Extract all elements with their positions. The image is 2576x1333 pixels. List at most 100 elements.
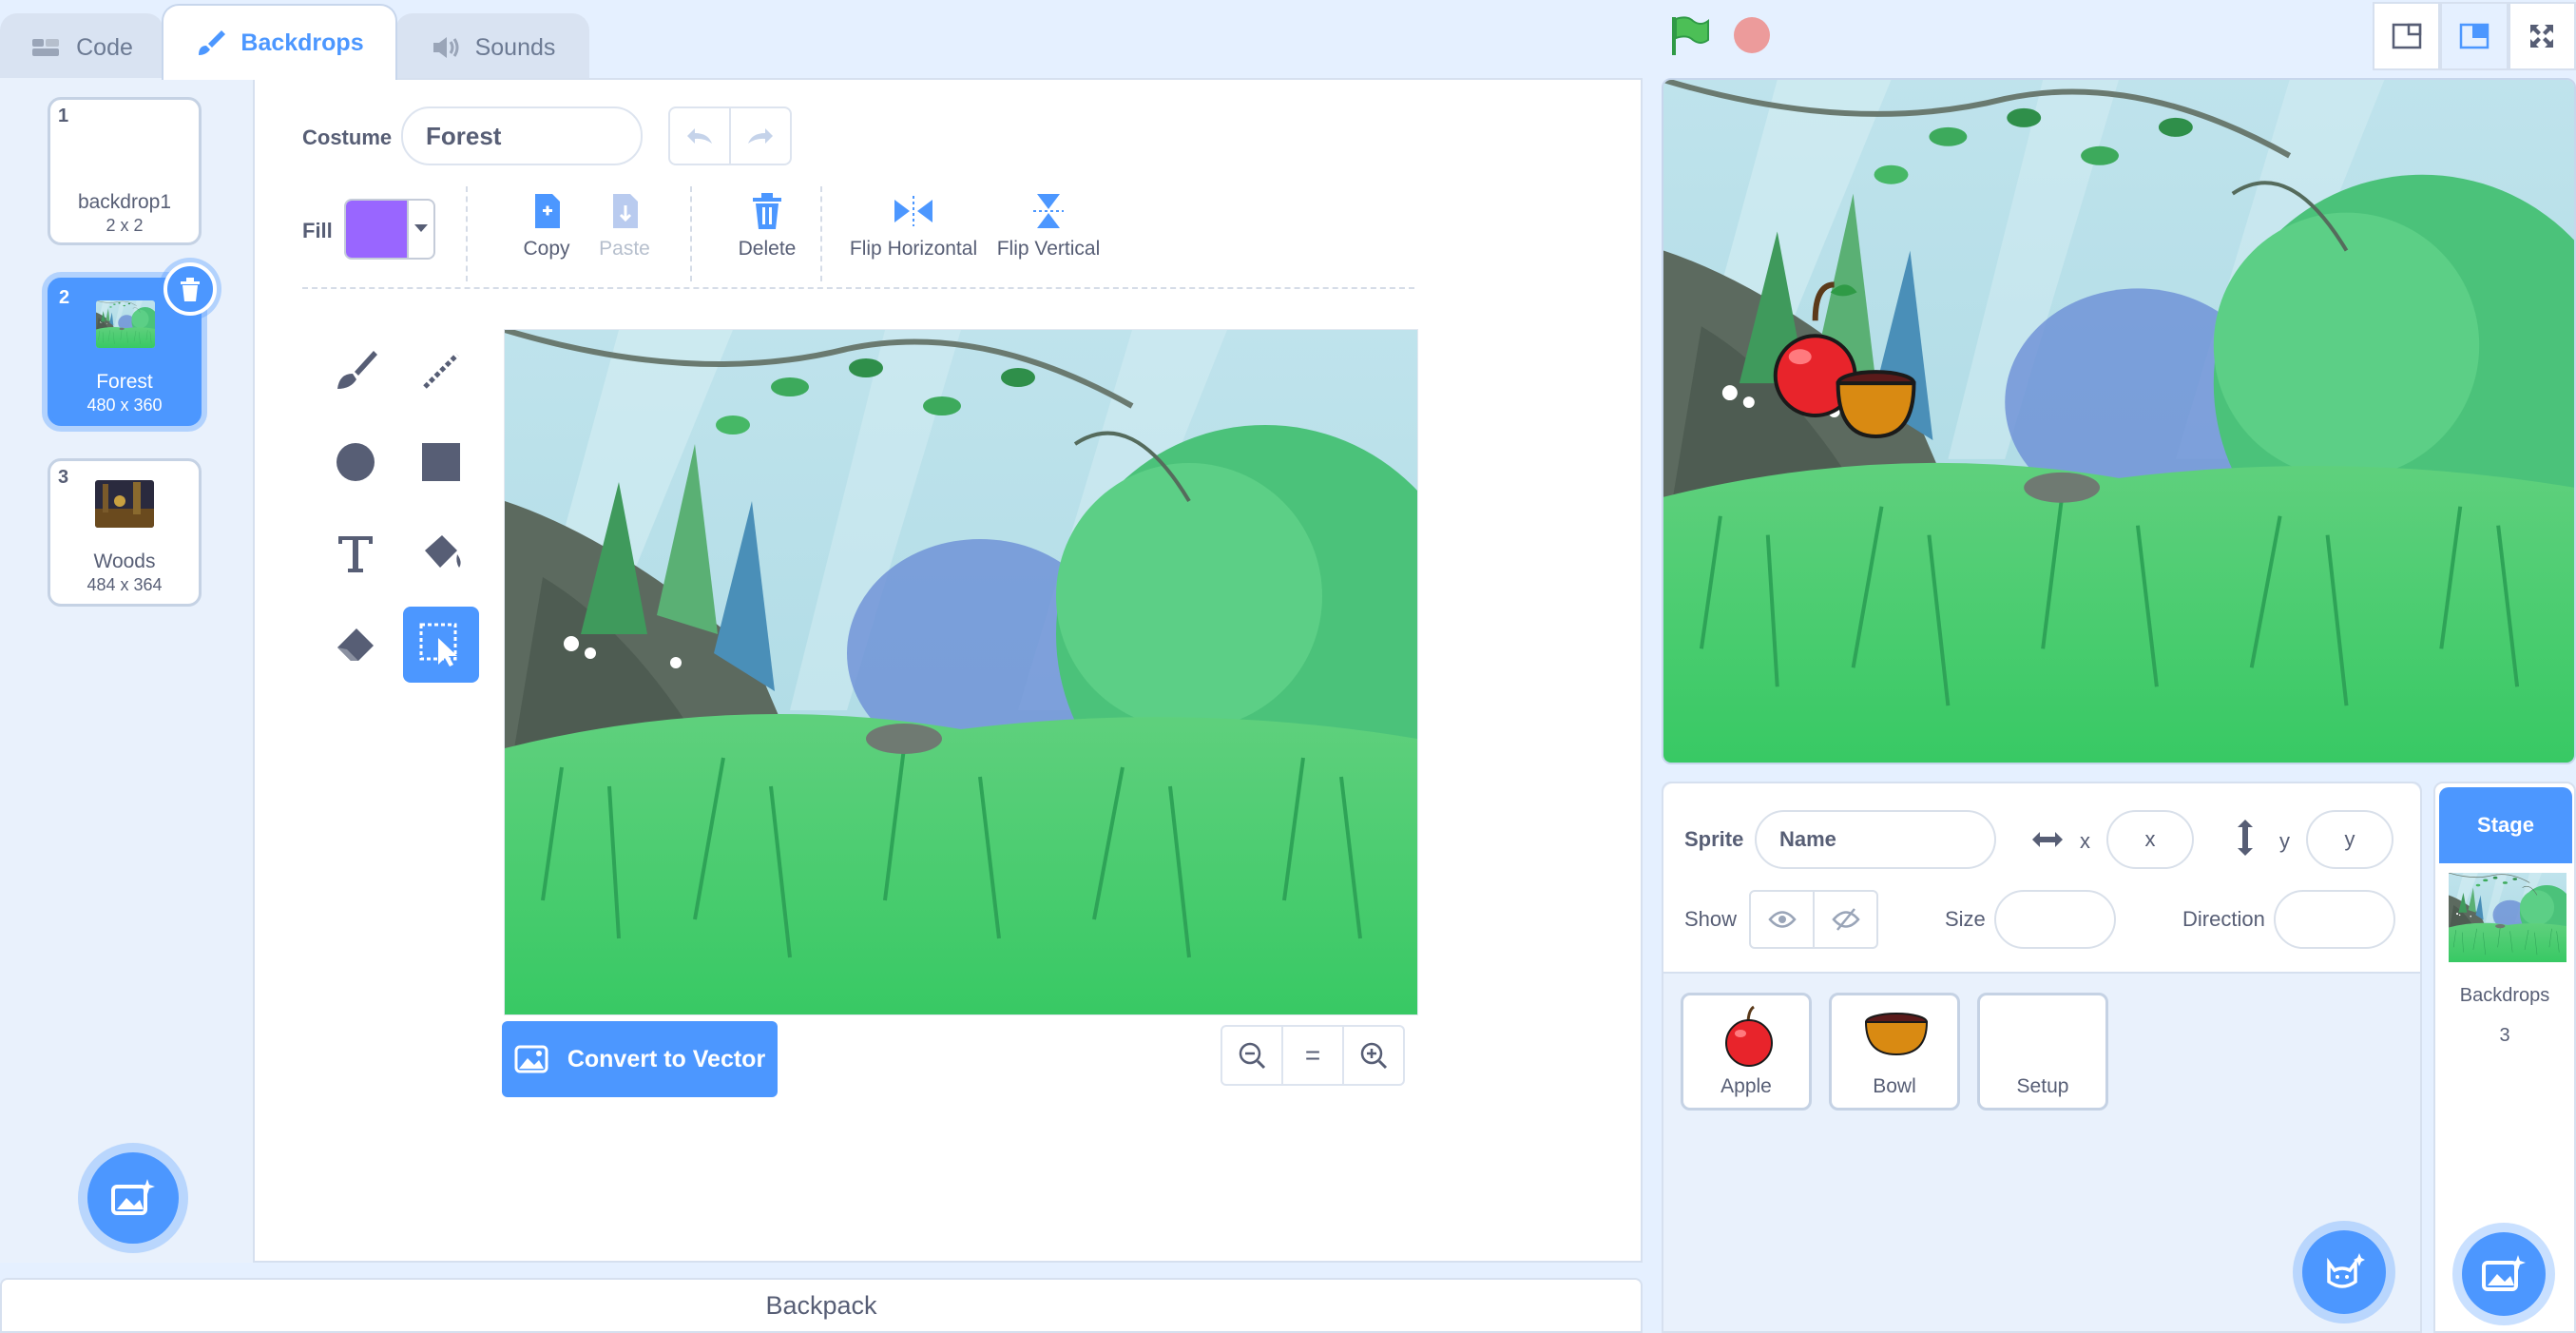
- backdrop-item-3[interactable]: 3 Woods 484 x 364: [48, 458, 202, 607]
- costume-name-input[interactable]: Forest: [401, 106, 643, 165]
- apple-thumbnail: [1725, 1005, 1773, 1067]
- x-label: x: [2080, 829, 2090, 853]
- select-tool[interactable]: [403, 607, 479, 683]
- sprite-tile-apple[interactable]: Apple: [1681, 993, 1812, 1111]
- paint-canvas[interactable]: [504, 329, 1418, 1015]
- rectangle-tool[interactable]: [403, 424, 479, 500]
- line-tool[interactable]: [403, 333, 479, 409]
- sprite-name-input[interactable]: Name: [1755, 810, 1996, 869]
- redo-icon: [748, 128, 773, 144]
- stop-button[interactable]: [1734, 17, 1770, 53]
- zoom-reset-button[interactable]: =: [1281, 1027, 1342, 1084]
- horizontal-arrows-icon: [2032, 832, 2063, 847]
- choose-backdrop-stage-button[interactable]: [2462, 1232, 2546, 1316]
- normal-stage-icon: [2459, 23, 2489, 49]
- fill-tool[interactable]: [403, 515, 479, 591]
- convert-label: Convert to Vector: [567, 1045, 766, 1072]
- fill-color-picker[interactable]: [344, 199, 435, 260]
- redo-button[interactable]: [731, 108, 790, 164]
- flip-vertical-button[interactable]: Flip Vertical: [987, 192, 1110, 261]
- backdrop-item-1[interactable]: 1 backdrop1 2 x 2: [48, 97, 202, 245]
- y-input[interactable]: y: [2306, 810, 2393, 869]
- bowl-thumbnail: [1864, 1013, 1929, 1056]
- tab-code-label: Code: [76, 33, 133, 61]
- backpack[interactable]: Backpack: [0, 1278, 1643, 1333]
- tab-backdrops[interactable]: Backdrops: [162, 4, 397, 80]
- green-flag-icon[interactable]: [1668, 15, 1710, 57]
- flip-horizontal-label: Flip Horizontal: [849, 238, 978, 260]
- copy-button[interactable]: Copy: [504, 192, 589, 261]
- trash-icon: [181, 278, 200, 301]
- flip-vertical-label: Flip Vertical: [996, 238, 1101, 260]
- tab-sounds[interactable]: Sounds: [395, 13, 589, 80]
- sprite-tile-bowl[interactable]: Bowl: [1829, 993, 1960, 1111]
- backdrop-item-2[interactable]: 2 Forest 480 x 360: [48, 262, 217, 426]
- sprite-name: Setup: [2016, 1075, 2069, 1097]
- zoom-controls: =: [1221, 1025, 1405, 1086]
- tab-code[interactable]: Code: [0, 13, 163, 80]
- brush-tool[interactable]: [317, 333, 394, 409]
- convert-to-vector-button[interactable]: Convert to Vector: [502, 1021, 778, 1097]
- stage-size-controls: [2373, 2, 2576, 70]
- delete-button[interactable]: Delete: [721, 192, 814, 261]
- stage-backdrops-count: 3: [2499, 1025, 2510, 1046]
- size-label: Size: [1945, 907, 1986, 931]
- select-icon: [419, 623, 457, 666]
- choose-sprite-button[interactable]: [2302, 1230, 2386, 1314]
- size-input[interactable]: [1994, 890, 2116, 949]
- circle-tool[interactable]: [317, 424, 394, 500]
- show-button[interactable]: [1751, 892, 1813, 947]
- stage-canvas[interactable]: [1662, 78, 2576, 764]
- fill-label: Fill: [302, 219, 333, 242]
- undo-redo-group: [668, 106, 792, 165]
- normal-stage-button[interactable]: [2440, 2, 2509, 70]
- circle-icon: [336, 443, 375, 481]
- add-image-icon: [2482, 1255, 2526, 1291]
- chevron-down-icon: [407, 201, 433, 258]
- choose-backdrop-button[interactable]: [87, 1152, 179, 1244]
- flip-horizontal-icon: [894, 196, 932, 226]
- undo-button[interactable]: [670, 108, 731, 164]
- text-tool[interactable]: [317, 515, 394, 591]
- fullscreen-icon: [2530, 25, 2554, 48]
- flip-horizontal-button[interactable]: Flip Horizontal: [842, 192, 985, 261]
- stage-backdrops-label: Backdrops: [2459, 985, 2550, 1006]
- undo-icon: [687, 128, 712, 144]
- eye-slash-icon: [1831, 908, 1860, 931]
- hide-button[interactable]: [1813, 892, 1876, 947]
- tab-sounds-label: Sounds: [474, 33, 556, 61]
- stage-target-pane[interactable]: Stage Backdrops 3: [2433, 782, 2576, 1333]
- sprite-info: Sprite Name x x y y Show Size Direction: [1663, 783, 2420, 974]
- sprite-label: Sprite: [1684, 827, 1744, 851]
- backdrop-size: 2 x 2: [106, 216, 144, 235]
- stage-title: Stage: [2439, 787, 2572, 863]
- bowl-sprite[interactable]: [1836, 370, 1916, 438]
- eraser-tool[interactable]: [317, 607, 394, 683]
- small-stage-button[interactable]: [2373, 2, 2441, 70]
- stage-thumbnail: [2449, 873, 2566, 962]
- paste-label: Paste: [599, 238, 650, 260]
- direction-label: Direction: [2182, 907, 2265, 931]
- paint-editor: Costume Forest Fill Copy Paste Delete Fl…: [255, 78, 1643, 1263]
- backdrop-number: 2: [59, 287, 70, 308]
- zoom-out-button[interactable]: [1222, 1027, 1281, 1084]
- zoom-in-button[interactable]: [1342, 1027, 1403, 1084]
- paint-bucket-icon: [425, 535, 461, 568]
- visibility-toggle: [1749, 890, 1878, 949]
- delete-backdrop-button[interactable]: [163, 262, 217, 316]
- sprite-tile-setup[interactable]: Setup: [1977, 993, 2108, 1111]
- line-icon: [423, 353, 459, 389]
- direction-input[interactable]: [2274, 890, 2395, 949]
- backdrop-thumbnail: [96, 300, 155, 348]
- text-icon: [338, 536, 373, 572]
- paste-icon: [613, 194, 638, 228]
- backdrop-number: 3: [58, 467, 69, 488]
- flip-vertical-icon: [1033, 194, 1064, 228]
- backdrop-size: 480 x 360: [87, 396, 163, 415]
- show-label: Show: [1684, 907, 1738, 931]
- x-input[interactable]: x: [2106, 810, 2194, 869]
- fullscreen-button[interactable]: [2508, 2, 2576, 70]
- backdrop-thumbnail: [95, 480, 154, 528]
- eye-icon: [1767, 911, 1797, 928]
- paste-button[interactable]: Paste: [582, 192, 667, 261]
